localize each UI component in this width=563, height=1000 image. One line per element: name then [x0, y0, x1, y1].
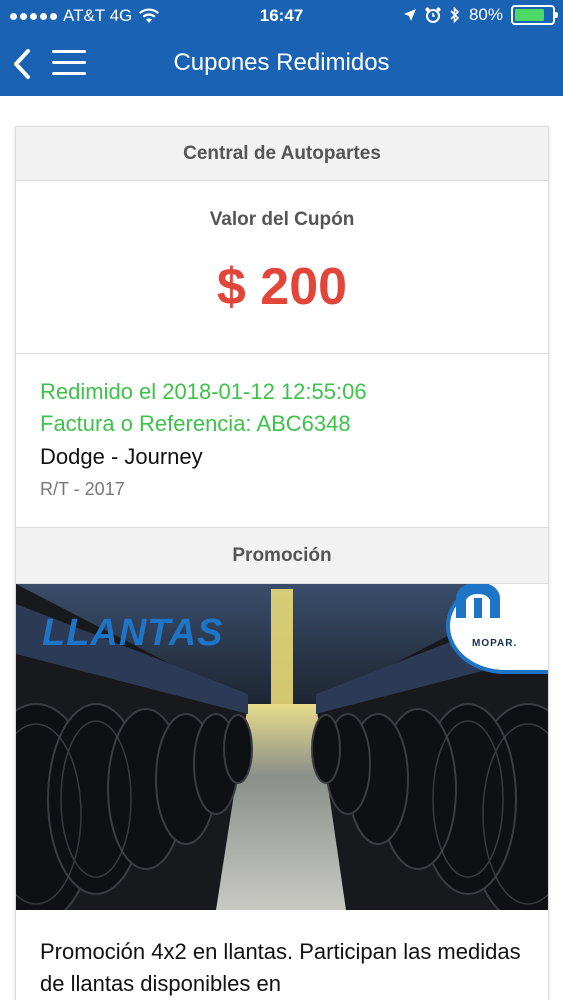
bluetooth-icon [450, 6, 460, 24]
status-bar: AT&T 4G 16:47 80% [0, 0, 563, 32]
mopar-logo-icon [456, 584, 500, 618]
app-header: AT&T 4G 16:47 80% Cupones Redimidos [0, 0, 563, 96]
promo-description: Promoción 4x2 en llantas. Participan las… [40, 939, 521, 996]
location-icon [403, 9, 416, 21]
vehicle-detail: R/T - 2017 [40, 479, 125, 499]
promo-title-text: LLANTAS [42, 612, 224, 654]
coupon-value-label: Valor del Cupón [209, 209, 355, 230]
page-title: Cupones Redimidos [173, 49, 390, 76]
coupon-value-block: Valor del Cupón $ 200 [16, 181, 548, 354]
alarm-icon [425, 7, 441, 23]
promo-image: LLANTAS MOPAR. [16, 584, 548, 910]
coupon-value-amount: $ 200 [216, 258, 348, 316]
mopar-brand-text: MOPAR. [472, 638, 518, 649]
battery-icon [511, 5, 558, 25]
navbar: Cupones Redimidos [0, 32, 563, 96]
vehicle-model: Dodge - Journey [40, 444, 203, 469]
promo-section-title: Promoción [16, 528, 548, 584]
redeemed-date: Redimido el 2018-01-12 12:55:06 [40, 379, 367, 404]
coupon-card: Central de Autopartes Valor del Cupón $ … [15, 126, 549, 1000]
back-chevron-icon[interactable] [8, 46, 38, 82]
redemption-info: Redimido el 2018-01-12 12:55:06 Factura … [16, 354, 548, 528]
invoice-reference: Factura o Referencia: ABC6348 [40, 411, 351, 436]
battery-percent: 80% [468, 5, 503, 24]
store-name: Central de Autopartes [16, 127, 548, 181]
